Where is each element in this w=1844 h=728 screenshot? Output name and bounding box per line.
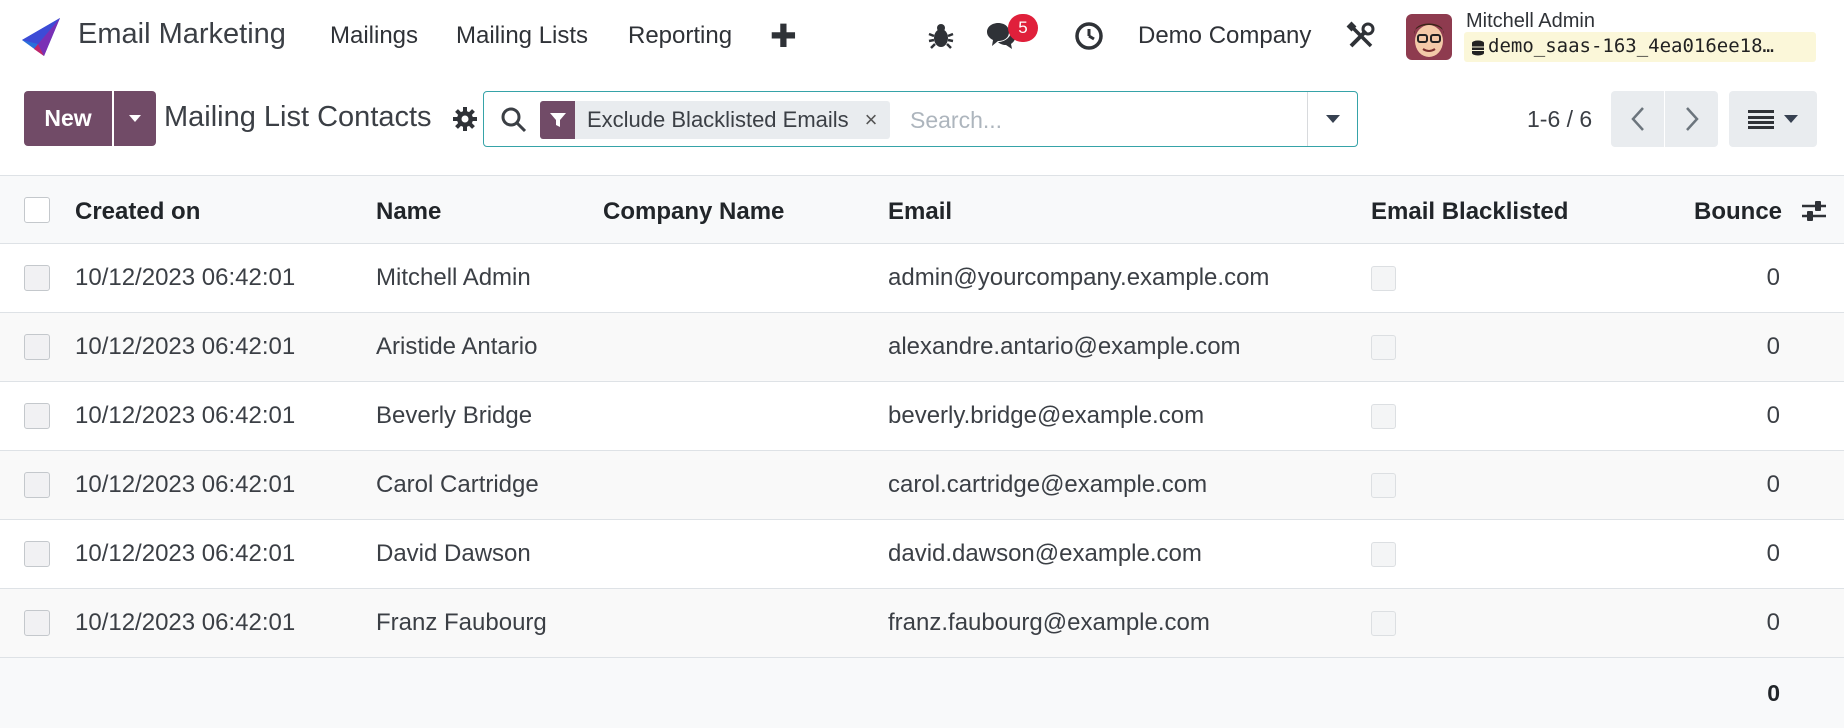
cell-created-on: 10/12/2023 06:42:01 xyxy=(75,471,296,498)
row-checkbox[interactable] xyxy=(24,265,50,291)
cell-email: beverly.bridge@example.com xyxy=(888,402,1205,429)
column-email[interactable]: Email xyxy=(888,198,952,226)
cell-bounce: 0 xyxy=(1766,609,1780,636)
search-icon[interactable] xyxy=(500,106,527,133)
menu-reporting[interactable]: Reporting xyxy=(628,22,732,50)
email-blacklisted-checkbox xyxy=(1371,473,1396,498)
cell-bounce: 0 xyxy=(1766,264,1780,291)
messages-count-badge: 5 xyxy=(1008,14,1038,42)
cell-bounce: 0 xyxy=(1766,471,1780,498)
email-blacklisted-checkbox xyxy=(1371,404,1396,429)
tools-icon[interactable] xyxy=(1344,19,1378,53)
company-switcher[interactable]: Demo Company xyxy=(1138,22,1311,50)
cell-email: admin@yourcompany.example.com xyxy=(888,264,1270,291)
column-email-blacklisted[interactable]: Email Blacklisted xyxy=(1371,198,1568,226)
facet-remove-icon[interactable]: × xyxy=(861,101,890,139)
table-row[interactable]: 10/12/2023 06:42:01 Aristide Antario alexa… xyxy=(0,313,1844,382)
column-company-name[interactable]: Company Name xyxy=(603,198,784,226)
app-name[interactable]: Email Marketing xyxy=(78,18,286,51)
facet-label: Exclude Blacklisted Emails xyxy=(587,107,849,132)
contacts-table: Created on Name Company Name Email Email… xyxy=(0,175,1844,728)
filter-icon xyxy=(540,101,575,139)
column-name[interactable]: Name xyxy=(376,198,441,226)
table-row[interactable]: 10/12/2023 06:42:01 Franz Faubourg franz.f… xyxy=(0,589,1844,658)
cell-created-on: 10/12/2023 06:42:01 xyxy=(75,264,296,291)
cell-bounce: 0 xyxy=(1766,540,1780,567)
cell-created-on: 10/12/2023 06:42:01 xyxy=(75,333,296,360)
cell-created-on: 10/12/2023 06:42:01 xyxy=(75,402,296,429)
row-checkbox[interactable] xyxy=(24,610,50,636)
cell-email: franz.faubourg@example.com xyxy=(888,609,1210,636)
new-button[interactable]: New xyxy=(24,91,112,146)
email-blacklisted-checkbox xyxy=(1371,335,1396,360)
column-created-on[interactable]: Created on xyxy=(75,198,200,226)
clock-icon[interactable] xyxy=(1072,19,1106,53)
column-bounce[interactable]: Bounce xyxy=(1694,198,1782,226)
filter-facet: Exclude Blacklisted Emails × xyxy=(540,101,890,139)
cell-email: carol.cartridge@example.com xyxy=(888,471,1208,498)
pager-next-button[interactable] xyxy=(1665,91,1718,147)
email-blacklisted-checkbox xyxy=(1371,542,1396,567)
user-name[interactable]: Mitchell Admin xyxy=(1466,10,1595,33)
email-blacklisted-checkbox xyxy=(1371,266,1396,291)
plus-icon[interactable]: ✚ xyxy=(770,17,797,55)
caret-down-icon xyxy=(129,115,141,122)
menu-mailing-lists[interactable]: Mailing Lists xyxy=(456,22,588,50)
row-checkbox[interactable] xyxy=(24,541,50,567)
email-blacklisted-checkbox xyxy=(1371,611,1396,636)
table-row[interactable]: 10/12/2023 06:42:01 David Dawson david.daw… xyxy=(0,520,1844,589)
cell-name: Carol Cartridge xyxy=(376,471,539,498)
cell-name: Franz Faubourg xyxy=(376,609,547,636)
cell-created-on: 10/12/2023 06:42:01 xyxy=(75,609,296,636)
cell-email: david.dawson@example.com xyxy=(888,540,1202,567)
cell-name: David Dawson xyxy=(376,540,531,567)
search-bar: Exclude Blacklisted Emails × xyxy=(483,91,1358,147)
caret-down-icon xyxy=(1784,115,1798,123)
email-marketing-logo-icon[interactable] xyxy=(20,16,62,58)
pager-previous-button[interactable] xyxy=(1611,91,1664,147)
caret-down-icon xyxy=(1325,115,1340,123)
cell-bounce: 0 xyxy=(1766,333,1780,360)
cell-email: alexandre.antario@example.com xyxy=(888,333,1241,360)
view-switcher-button[interactable] xyxy=(1729,91,1817,147)
search-options-toggle[interactable] xyxy=(1307,92,1357,146)
bounce-total: 0 xyxy=(1767,680,1780,706)
gear-icon[interactable] xyxy=(452,106,478,132)
table-row[interactable]: 10/12/2023 06:42:01 Mitchell Admin admin@y… xyxy=(0,244,1844,313)
optional-columns-icon[interactable] xyxy=(1800,198,1828,224)
top-navbar: Email Marketing Mailings Mailing Lists R… xyxy=(0,0,1844,73)
table-header: Created on Name Company Name Email Email… xyxy=(0,175,1844,244)
pager-value[interactable]: 1-6 / 6 xyxy=(1527,106,1592,133)
avatar[interactable] xyxy=(1406,14,1452,60)
chevron-left-icon xyxy=(1630,107,1644,131)
list-view-icon xyxy=(1748,110,1774,129)
select-all-checkbox[interactable] xyxy=(24,197,50,223)
table-row[interactable]: 10/12/2023 06:42:01 Beverly Bridge beverly… xyxy=(0,382,1844,451)
row-checkbox[interactable] xyxy=(24,403,50,429)
cell-name: Beverly Bridge xyxy=(376,402,533,429)
database-icon xyxy=(1472,40,1484,56)
cell-bounce: 0 xyxy=(1766,402,1780,429)
table-row[interactable]: 10/12/2023 06:42:01 Carol Cartridge carol.… xyxy=(0,451,1844,520)
search-input[interactable] xyxy=(910,102,1290,138)
new-dropdown-toggle[interactable] xyxy=(114,91,156,146)
database-name: demo_saas-163_4ea016ee18… xyxy=(1464,32,1816,62)
cell-name: Mitchell Admin xyxy=(376,264,531,291)
menu-mailings[interactable]: Mailings xyxy=(330,22,418,50)
row-checkbox[interactable] xyxy=(24,472,50,498)
cell-created-on: 10/12/2023 06:42:01 xyxy=(75,540,296,567)
cell-name: Aristide Antario xyxy=(376,333,538,360)
row-checkbox[interactable] xyxy=(24,334,50,360)
chevron-right-icon xyxy=(1685,107,1699,131)
page-title: Mailing List Contacts xyxy=(164,101,432,133)
bug-icon[interactable] xyxy=(924,19,958,53)
table-footer: 0 xyxy=(0,658,1844,728)
